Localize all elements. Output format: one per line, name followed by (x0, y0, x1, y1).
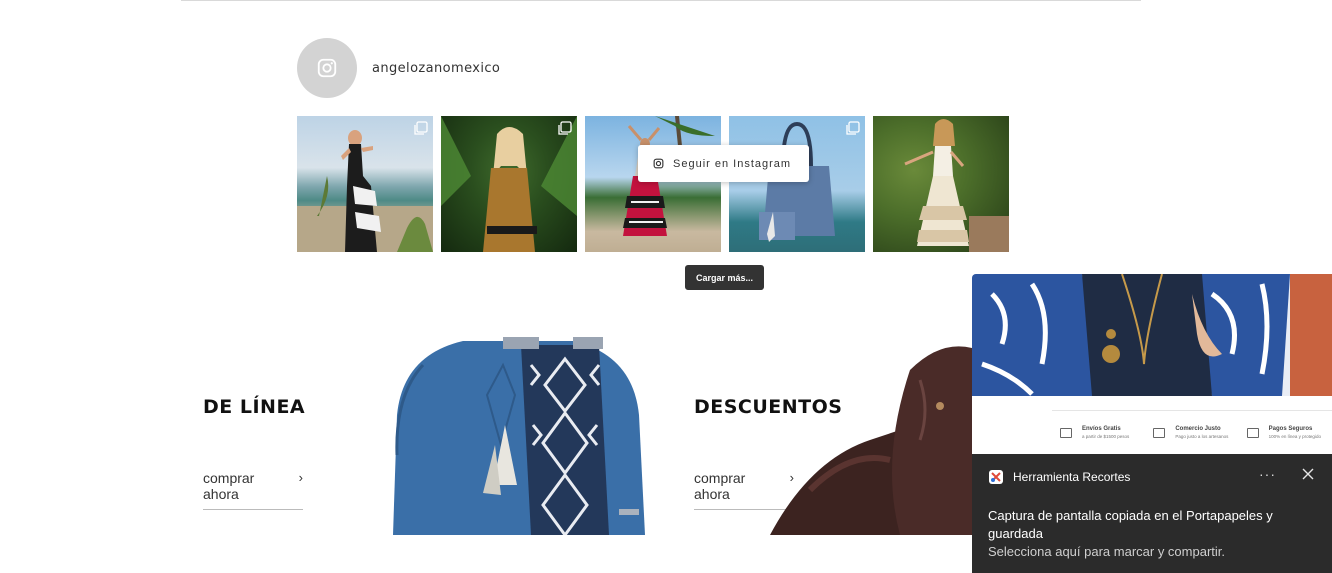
instagram-post[interactable] (729, 116, 865, 252)
toast-app-name: Herramienta Recortes (1013, 470, 1131, 484)
promo-link-label: comprar ahora (203, 470, 255, 502)
instagram-post[interactable] (585, 116, 721, 252)
benefit-title: Comercio Justo (1175, 426, 1221, 432)
instagram-username[interactable]: angelozanomexico (372, 61, 500, 76)
benefit-subtitle: Pago justo a los artesanos (1175, 434, 1229, 439)
instagram-header: angelozanomexico (297, 38, 500, 98)
benefit-fair-trade: Comercio Justo Pago justo a los artesanos (1145, 411, 1238, 454)
close-icon[interactable] (1301, 467, 1315, 481)
toast-header: Herramienta Recortes (988, 469, 1130, 485)
brown-backpack-image (770, 340, 972, 535)
promo-title-linea: DE LÍNEA (203, 396, 306, 418)
benefit-subtitle: a partir de $1500 pesos (1082, 434, 1130, 439)
model-dress-photo (297, 130, 433, 252)
benefit-free-shipping: Envíos Gratis a partir de $1500 pesos (1052, 411, 1145, 454)
preview-photo (972, 274, 1332, 396)
toast-message: Captura de pantalla copiada en el Portap… (988, 508, 1273, 541)
multi-image-icon (414, 121, 428, 135)
instagram-post[interactable] (873, 116, 1009, 252)
follow-instagram-label: Seguir en Instagram (673, 157, 792, 170)
benefit-title: Envíos Gratis (1082, 426, 1121, 432)
benefit-subtitle: 100% en línea y protegido (1268, 434, 1321, 439)
snipping-tool-notification[interactable]: Herramienta Recortes ··· Captura de pant… (972, 454, 1332, 573)
model-embroidered-skirt-photo (623, 116, 715, 236)
follow-instagram-button[interactable]: Seguir en Instagram (638, 145, 809, 182)
chevron-right-icon: › (298, 470, 303, 485)
instagram-avatar[interactable] (297, 38, 357, 98)
load-more-button[interactable]: Cargar más... (685, 265, 764, 290)
instagram-post[interactable] (297, 116, 433, 252)
benefit-secure-payments: Pagos Seguros 100% en línea y protegido (1239, 411, 1332, 454)
instagram-post[interactable] (441, 116, 577, 252)
instagram-icon (653, 158, 664, 169)
card-icon (1246, 427, 1259, 438)
benefits-strip: Envíos Gratis a partir de $1500 pesos Com… (1052, 410, 1332, 454)
top-divider (181, 0, 1141, 1)
instagram-feed (297, 116, 1009, 252)
multi-image-icon (558, 121, 572, 135)
benefit-title: Pagos Seguros (1268, 426, 1313, 432)
model-white-dress-photo (904, 119, 1009, 252)
snipping-tool-icon (989, 470, 1003, 484)
truck-icon (1060, 427, 1072, 438)
promo-shop-link-linea[interactable]: comprar ahora › (203, 470, 303, 510)
toast-hint: Selecciona aquí para marcar y compartir. (988, 544, 1225, 559)
blue-tote-bag-photo (759, 121, 835, 242)
multi-image-icon (846, 121, 860, 135)
blue-backpack-image (383, 335, 645, 535)
hand-icon (1153, 427, 1166, 438)
more-icon[interactable]: ··· (1259, 466, 1276, 482)
screenshot-preview-panel[interactable]: Envíos Gratis a partir de $1500 pesos Com… (972, 274, 1332, 454)
model-tunic-photo (441, 116, 577, 252)
instagram-icon (317, 58, 337, 78)
